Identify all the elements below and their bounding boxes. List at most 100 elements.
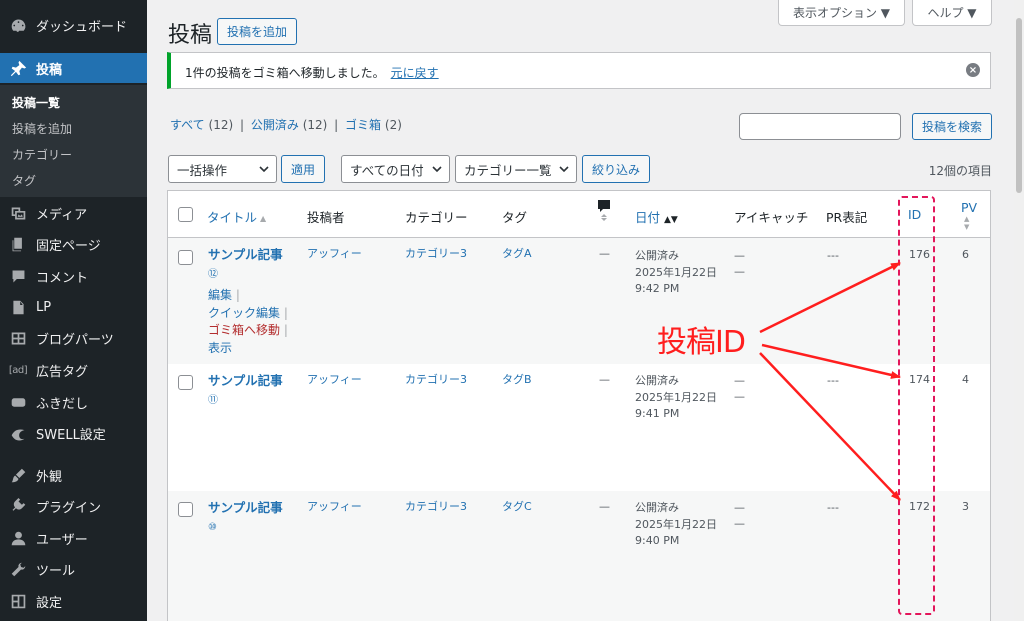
date-filter-value: すべての日付 xyxy=(350,162,424,178)
bulk-action-select[interactable]: 一括操作 xyxy=(168,155,277,183)
search-input[interactable] xyxy=(739,113,901,140)
date-filter-select[interactable]: すべての日付 xyxy=(341,155,450,183)
balloon-icon xyxy=(8,392,28,412)
pr-value: --- xyxy=(827,374,839,387)
posts-submenu: 投稿一覧 投稿を追加 カテゴリー タグ xyxy=(0,85,147,197)
author-link[interactable]: アッフィー xyxy=(307,372,362,388)
plug-icon xyxy=(8,496,28,516)
menu-settings[interactable]: 設定 xyxy=(0,586,147,616)
add-new-post-button[interactable]: 投稿を追加 xyxy=(217,18,297,45)
author-link[interactable]: アッフィー xyxy=(307,246,362,262)
quick-edit-link[interactable]: クイック編集 xyxy=(208,306,280,320)
category-link[interactable]: カテゴリー3 xyxy=(405,372,467,388)
eyecatch-value: — xyxy=(734,265,745,278)
submenu-all-posts[interactable]: 投稿一覧 xyxy=(12,94,60,111)
column-pv-header[interactable]: PV ▲ ▼ xyxy=(961,200,977,231)
menu-plugins-label: プラグイン xyxy=(36,500,102,516)
menu-comments[interactable]: コメント xyxy=(0,261,147,291)
row-checkbox[interactable] xyxy=(178,250,193,265)
column-title-header[interactable]: タイトル ▲ xyxy=(207,207,266,226)
column-pr-header: PR表記 xyxy=(826,210,868,225)
eyecatch-value: — xyxy=(734,517,745,530)
tag-link[interactable]: タグC xyxy=(502,499,532,515)
page-scrollbar[interactable] xyxy=(1014,0,1024,621)
menu-pages[interactable]: 固定ページ xyxy=(0,229,147,259)
column-comments-header[interactable] xyxy=(597,199,611,224)
menu-posts[interactable]: 投稿 xyxy=(0,53,147,83)
apply-button[interactable]: 適用 xyxy=(281,155,325,183)
undo-link[interactable]: 元に戻す xyxy=(391,66,439,80)
submenu-categories[interactable]: カテゴリー xyxy=(12,146,72,163)
menu-users-label: ユーザー xyxy=(36,532,88,548)
column-tag-header: タグ xyxy=(502,210,528,225)
column-date-header[interactable]: 日付 ▲▼ xyxy=(635,207,678,226)
category-filter-select[interactable]: カテゴリー一覧 xyxy=(455,155,577,183)
author-link[interactable]: アッフィー xyxy=(307,499,362,515)
row-actions: 編集 | クイック編集 | ゴミ箱へ移動 | 表示 xyxy=(208,288,288,355)
date-cell: 公開済み 2025年1月22日 9:41 PM xyxy=(635,373,717,423)
swell-icon xyxy=(8,423,28,443)
menu-users[interactable]: ユーザー xyxy=(0,523,147,553)
menu-settings-label: 設定 xyxy=(36,595,63,611)
filter-all-link[interactable]: すべて xyxy=(170,118,205,132)
category-link[interactable]: カテゴリー3 xyxy=(405,499,467,515)
comment-icon xyxy=(598,200,610,221)
wrench-icon xyxy=(8,559,28,579)
main-content: 表示オプション ▼ ヘルプ ▼ 投稿 投稿を追加 1件の投稿をゴミ箱へ移動しまし… xyxy=(147,0,1024,621)
post-title-text: サンプル記事 xyxy=(208,373,283,388)
notice-text: 1件の投稿をゴミ箱へ移動しました。 元に戻す xyxy=(185,64,439,81)
row-checkbox[interactable] xyxy=(178,502,193,517)
post-title-link[interactable]: サンプル記事 ⑩ xyxy=(208,499,283,537)
category-filter-value: カテゴリー一覧 xyxy=(464,162,552,178)
submenu-add-new[interactable]: 投稿を追加 xyxy=(12,120,72,137)
post-title-link[interactable]: サンプル記事 ⑫ xyxy=(208,246,283,284)
document-icon xyxy=(8,297,28,317)
pin-icon xyxy=(8,58,28,78)
tag-link[interactable]: タグB xyxy=(502,372,532,388)
filter-published-count: (12) xyxy=(302,118,328,132)
trash-link[interactable]: ゴミ箱へ移動 xyxy=(208,323,280,337)
tag-link[interactable]: タグA xyxy=(502,246,532,262)
menu-dashboard[interactable]: ダッシュボード xyxy=(0,10,147,40)
filter-published-link[interactable]: 公開済み xyxy=(251,118,299,132)
row-checkbox[interactable] xyxy=(178,375,193,390)
menu-media[interactable]: メディア xyxy=(0,198,147,228)
menu-tools-label: ツール xyxy=(36,563,76,579)
sort-icon: ▲ xyxy=(260,214,267,223)
menu-balloon[interactable]: ふきだし xyxy=(0,387,147,417)
select-all-checkbox[interactable] xyxy=(178,207,193,222)
success-notice: 1件の投稿をゴミ箱へ移動しました。 元に戻す × xyxy=(167,52,991,89)
menu-ad-tag[interactable]: [ad] 広告タグ xyxy=(0,355,147,385)
menu-blog-parts[interactable]: ブログパーツ xyxy=(0,323,147,353)
date-cell: 公開済み 2025年1月22日 9:42 PM xyxy=(635,248,717,298)
view-link[interactable]: 表示 xyxy=(208,341,232,355)
column-pv-label: PV xyxy=(961,200,978,215)
post-title-link[interactable]: サンプル記事 ⑪ xyxy=(208,372,283,410)
filter-button[interactable]: 絞り込み xyxy=(582,155,650,183)
search-posts-button[interactable]: 投稿を検索 xyxy=(912,113,992,140)
menu-plugins[interactable]: プラグイン xyxy=(0,491,147,521)
chevron-down-icon xyxy=(259,166,269,173)
posts-table: タイトル ▲ 投稿者 カテゴリー タグ 日付 ▲▼ アイキャッチ PR表記 ID … xyxy=(167,190,991,621)
menu-appearance[interactable]: 外観 xyxy=(0,460,147,490)
comment-count: — xyxy=(599,500,610,513)
screen-options-button[interactable]: 表示オプション ▼ xyxy=(778,0,905,26)
help-button[interactable]: ヘルプ ▼ xyxy=(912,0,992,26)
category-link[interactable]: カテゴリー3 xyxy=(405,246,467,262)
eyecatch-value: — xyxy=(734,501,745,514)
post-status: 公開済み xyxy=(635,374,679,387)
menu-swell-settings[interactable]: SWELL設定 xyxy=(0,418,147,448)
post-date: 2025年1月22日 xyxy=(635,390,717,404)
items-count: 12個の項目 xyxy=(928,164,992,178)
menu-lp[interactable]: LP xyxy=(0,292,147,322)
menu-tools[interactable]: ツール xyxy=(0,554,147,584)
dismiss-icon[interactable]: × xyxy=(966,63,980,77)
submenu-tags[interactable]: タグ xyxy=(12,172,36,189)
edit-link[interactable]: 編集 xyxy=(208,288,232,302)
menu-lp-label: LP xyxy=(36,299,52,315)
blocks-icon xyxy=(8,328,28,348)
pv-value: 6 xyxy=(962,248,969,261)
filter-trash-link[interactable]: ゴミ箱 xyxy=(345,118,381,132)
scrollbar-thumb[interactable] xyxy=(1016,18,1022,193)
id-column-highlight xyxy=(898,196,935,615)
